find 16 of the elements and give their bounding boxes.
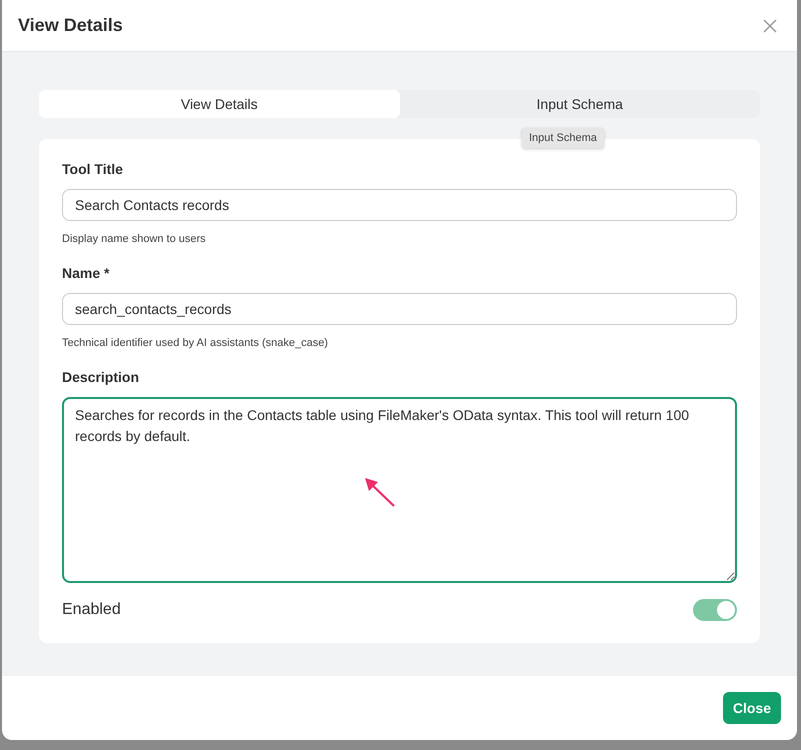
tab[interactable]: Input Schema — [400, 90, 760, 118]
toggle-label: Enabled — [62, 601, 121, 619]
input-field[interactable]: Search Contacts records — [62, 189, 737, 221]
field-hint: Display name shown to users — [62, 233, 207, 245]
field-label: Description — [62, 369, 140, 385]
dialog-title: View Details — [18, 15, 123, 36]
field-label: Tool Title — [62, 161, 124, 177]
pointer-arrow — [365, 478, 395, 507]
field-hint: Technical identifier used by AI assistants (snake_case) — [62, 337, 329, 349]
close-icon[interactable] — [761, 16, 779, 34]
tab[interactable]: View Details — [39, 90, 400, 118]
tooltip: Input Schema — [522, 128, 604, 148]
input-field[interactable]: search_contacts_records — [62, 293, 737, 325]
field-label: Name * — [62, 265, 110, 281]
toggle-switch[interactable] — [693, 599, 737, 621]
description-field[interactable]: Searches for records in the Contacts table using FileMaker's OData syntax. This tool will return 100 records by default. — [62, 397, 737, 583]
